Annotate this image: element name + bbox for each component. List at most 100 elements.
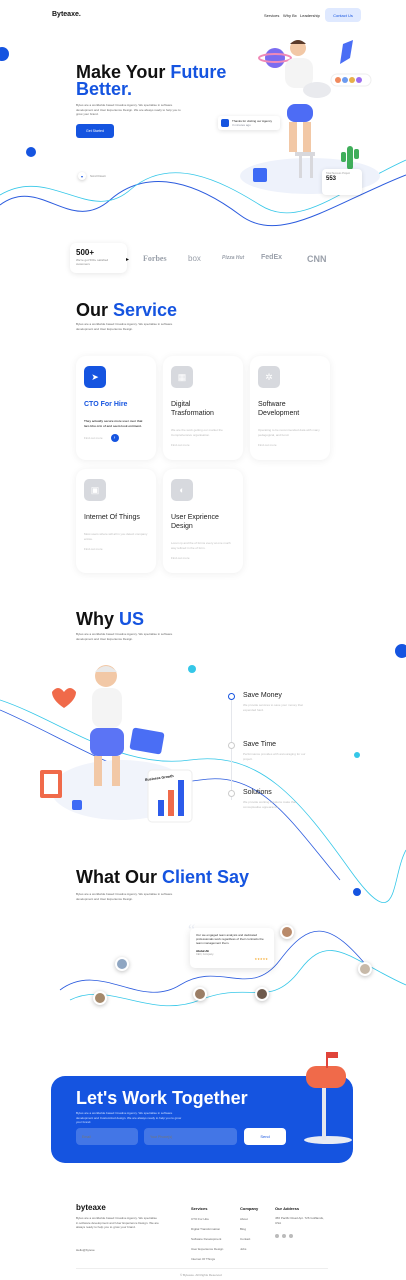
arrow-right-icon: ▸	[126, 257, 130, 263]
nav-services[interactable]: Services	[264, 13, 279, 18]
footer-address-heading: Our Address	[275, 1206, 300, 1211]
footer-link[interactable]: Jobs	[240, 1244, 250, 1254]
client-avatar[interactable]	[280, 925, 294, 939]
service-link[interactable]: Find out more	[84, 547, 148, 551]
cta-description: Bytes are a worldwide based Creative Age…	[76, 1111, 182, 1124]
why-item-desc: Performance provides with ancouraging fo…	[243, 752, 306, 761]
mailbox-icon	[304, 1052, 352, 1144]
brand-fedex: FedEx	[261, 254, 283, 261]
stat-label: Total Success Project	[326, 172, 350, 175]
project-stat-card: Total Success Project 553	[322, 169, 362, 195]
why-item-save-time: Save Time Performance provides with anco…	[243, 741, 313, 761]
testimonials-title: What Our Client Say	[76, 867, 249, 888]
brand-logo[interactable]: Byteaxe.	[52, 11, 81, 18]
why-item-desc: We provide working solutions make that c…	[243, 800, 296, 809]
service-card-software[interactable]: ✲ Software Development Operating to be r…	[250, 356, 330, 460]
service-link[interactable]: Find out more	[171, 443, 235, 447]
why-item-save-money: Save Money We provide services to save y…	[243, 692, 313, 712]
copyright: © Byteaxe. All Rights Reserved	[180, 1273, 222, 1277]
testimonial-card: “ Our we engaged team analysis and dedic…	[188, 922, 274, 968]
why-item-name: Save Money	[243, 692, 282, 699]
service-link[interactable]: Find out more	[258, 443, 322, 447]
service-desc: Lorem ip and the of forms every at one m…	[171, 541, 231, 550]
footer-logo[interactable]: byteaxe	[76, 1203, 106, 1212]
rating-stars: ★★★★★	[254, 957, 268, 961]
grid-icon: ▦	[171, 366, 193, 388]
service-desc: We are the work getting our market the C…	[171, 428, 223, 437]
service-link[interactable]: Find out more	[171, 556, 235, 560]
why-title: Why US	[76, 609, 144, 630]
service-card-cto[interactable]: ➤ CTO For Hire They actually secure more…	[76, 356, 156, 460]
brand-box: box	[188, 254, 201, 263]
why-title-highlight: US	[119, 609, 145, 629]
footer-email[interactable]: Hello@bytexe	[76, 1248, 95, 1252]
badge-icon	[221, 119, 229, 127]
services-title: Our Service	[76, 300, 177, 321]
why-illustration	[40, 665, 193, 823]
footer-link[interactable]: Software Development	[191, 1234, 223, 1244]
hero-title-highlight: Future	[170, 62, 227, 82]
nav-leadership[interactable]: Leadership	[300, 13, 320, 18]
footer-link[interactable]: Digital Transformation	[191, 1224, 223, 1234]
footer-address: 456 Pacific Road Apt. 726 Golflands, USA	[275, 1216, 324, 1225]
contact-button[interactable]: Contact Us	[325, 8, 361, 22]
get-started-button[interactable]: Get Started	[76, 124, 114, 138]
service-desc: They actually secure more user over that…	[84, 419, 143, 428]
instagram-icon[interactable]	[282, 1234, 286, 1238]
service-card-digital[interactable]: ▦ Digital Trasformation We are the work …	[163, 356, 243, 460]
quote-icon: “	[188, 922, 196, 939]
footer-link[interactable]: Blog	[240, 1224, 250, 1234]
testimonials-title-highlight: Client Say	[162, 867, 250, 887]
why-dot	[228, 742, 235, 749]
stat-value: 553	[326, 176, 337, 182]
service-card-ux[interactable]: ◐ User Exprience Design Lorem ip and the…	[163, 469, 243, 573]
clients-caption: We're got 500+ satisfied customers	[76, 258, 109, 266]
why-description: Bytes are a worldwide based Creative Age…	[76, 632, 173, 641]
nav-why[interactable]: Why Bx	[283, 13, 297, 18]
footer-link[interactable]: Contact	[240, 1234, 250, 1244]
footer-services-heading: Services	[191, 1206, 208, 1211]
client-avatar[interactable]	[115, 957, 129, 971]
email-input[interactable]	[76, 1128, 138, 1145]
why-item-name: Save Time	[243, 741, 277, 748]
facebook-icon[interactable]	[275, 1234, 279, 1238]
gear-icon: ✲	[258, 366, 280, 388]
send-icon: ➤	[84, 366, 106, 388]
footer-services-list: CTO For Hire Digital Transformation Soft…	[191, 1214, 223, 1264]
footer-link[interactable]: About	[240, 1214, 250, 1224]
client-avatar[interactable]	[93, 991, 107, 1005]
client-avatar[interactable]	[255, 987, 269, 1001]
footer-divider	[76, 1268, 328, 1269]
service-link-label: Find out more	[84, 436, 103, 440]
send-button[interactable]: Send	[244, 1128, 286, 1145]
arrow-right-icon: ›	[110, 434, 119, 442]
toggle-icon: ◐	[171, 479, 193, 501]
linkedin-icon[interactable]	[289, 1234, 293, 1238]
visit-badge: Thanks for visiting our Agency 3 minutes…	[218, 116, 280, 130]
client-avatar[interactable]	[193, 987, 207, 1001]
clients-count: 500+	[76, 248, 95, 257]
chip-icon: ▣	[84, 479, 106, 501]
why-dot	[228, 790, 235, 797]
service-name: Internet Of Things	[84, 514, 140, 521]
service-name: CTO For Hire	[84, 401, 128, 408]
why-dot-active	[228, 693, 235, 700]
footer-link[interactable]: User Experience Design	[191, 1244, 223, 1254]
scroll-down-label: Scroll Down	[90, 174, 107, 178]
services-title-part1: Our	[76, 300, 114, 320]
service-name: Software Development	[258, 401, 300, 417]
services-title-highlight: Service	[113, 300, 178, 320]
service-link[interactable]: Find out more ›	[84, 434, 148, 442]
why-timeline	[231, 700, 232, 800]
client-avatar[interactable]	[358, 962, 372, 976]
testimonial-quote: Our we engaged team analysis and dedicat…	[196, 933, 264, 945]
hero-title: Make Your Future Better.	[76, 62, 227, 98]
footer-link[interactable]: Internet Of Things	[191, 1254, 223, 1264]
service-card-iot[interactable]: ▣ Internet Of Things Most users where wi…	[76, 469, 156, 573]
services-description: Bytes are a worldwide based Creative Age…	[76, 322, 173, 331]
phone-input[interactable]	[144, 1128, 237, 1145]
service-desc: Operating to be recommended data with ma…	[258, 428, 320, 437]
footer-link[interactable]: CTO For Hire	[191, 1214, 223, 1224]
scroll-down-icon[interactable]: ▾	[78, 172, 86, 180]
brand-pizzahut: Pizza Hut	[222, 255, 245, 261]
